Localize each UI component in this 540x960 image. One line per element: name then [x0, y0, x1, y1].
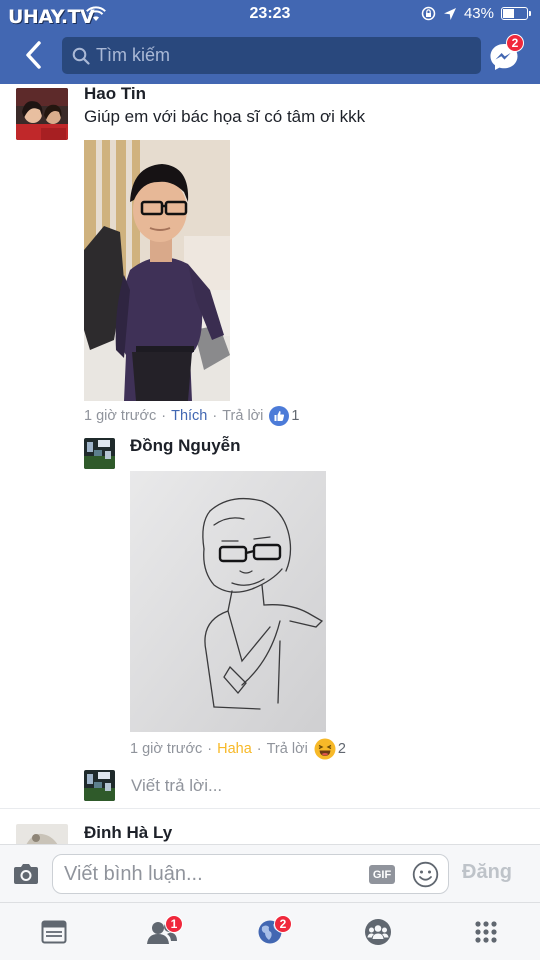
haha-link[interactable]: Haha	[217, 741, 252, 757]
separator-dot: ·	[212, 408, 218, 424]
haha-reaction-icon	[314, 738, 336, 760]
reaction-count: 1	[291, 408, 300, 424]
reply-photo[interactable]	[130, 471, 326, 732]
back-button[interactable]	[16, 38, 50, 72]
avatar[interactable]	[84, 438, 115, 469]
tab-groups[interactable]	[324, 903, 432, 960]
reply-link[interactable]: Trả lời	[222, 408, 263, 424]
messenger-badge: 2	[506, 34, 524, 52]
tab-menu[interactable]	[432, 903, 540, 960]
comment-meta: 1 giờ trước · Thích · Trả lời 1	[84, 406, 299, 426]
comment-thread[interactable]: Hao Tin Giúp em với bác họa sĩ có tâm ơi…	[0, 84, 540, 844]
emoji-icon[interactable]	[412, 861, 439, 888]
friend-requests-badge: 1	[165, 915, 183, 933]
camera-icon[interactable]	[12, 862, 40, 886]
pencil-sketch-photo	[130, 471, 326, 732]
search-input[interactable]	[96, 45, 456, 66]
battery-icon	[501, 7, 531, 20]
comment-text: Giúp em với bác họa sĩ có tâm ơi kkk	[84, 107, 366, 126]
chevron-left-icon	[26, 41, 41, 69]
rotation-lock-icon	[421, 6, 436, 21]
reply-link[interactable]: Trả lời	[267, 741, 308, 757]
tab-friend-requests[interactable]: 1	[108, 903, 216, 960]
news-feed-icon	[41, 920, 67, 944]
comment-author[interactable]: Hao Tin	[84, 84, 146, 104]
separator-dot: ·	[207, 741, 213, 757]
notifications-badge: 2	[274, 915, 292, 933]
reply-meta: 1 giờ trước · Haha · Trả lời 2	[130, 738, 346, 760]
avatar-photo	[16, 88, 68, 140]
avatar[interactable]	[16, 824, 68, 844]
comment-composer: GIF Đăng	[0, 844, 540, 902]
gif-button[interactable]: GIF	[369, 865, 395, 884]
comment-photo[interactable]	[84, 140, 230, 401]
post-button[interactable]: Đăng	[462, 861, 512, 884]
status-bar: UHAY.TV 23:23 43%	[0, 0, 540, 30]
top-bar: UHAY.TV 23:23 43% Tìm kiếm 2	[0, 0, 540, 84]
tab-news-feed[interactable]	[0, 903, 108, 960]
reaction-summary[interactable]: 2	[314, 738, 346, 760]
menu-grid-icon	[475, 921, 497, 943]
reply-time: 1 giờ trước	[130, 741, 203, 757]
reaction-summary[interactable]: 1	[269, 406, 299, 426]
write-reply-input[interactable]: Viết trả lời...	[131, 776, 222, 796]
reply-author[interactable]: Đồng Nguyễn	[130, 436, 241, 456]
avatar[interactable]	[16, 88, 68, 140]
comment-author[interactable]: Đinh Hà Ly	[84, 823, 172, 843]
reaction-count: 2	[337, 741, 346, 757]
separator-dot: ·	[161, 408, 167, 424]
avatar-photo	[84, 438, 115, 469]
battery-level	[503, 9, 514, 18]
tab-notifications[interactable]: 2	[216, 903, 324, 960]
selfie-photo	[84, 140, 230, 401]
avatar-photo	[16, 824, 68, 844]
avatar-photo	[84, 770, 115, 801]
groups-icon	[365, 919, 391, 945]
like-reaction-icon	[269, 406, 290, 426]
messenger-button[interactable]: 2	[487, 34, 524, 74]
my-avatar	[84, 770, 115, 801]
tab-bar: 1 2	[0, 902, 540, 960]
comment-box[interactable]: GIF	[52, 854, 449, 894]
battery-percent: 43%	[463, 5, 494, 22]
location-arrow-icon	[443, 7, 456, 20]
search-icon	[72, 47, 90, 65]
divider	[0, 808, 540, 809]
comment-input[interactable]	[64, 863, 364, 886]
separator-dot: ·	[256, 741, 262, 757]
comment-time: 1 giờ trước	[84, 408, 157, 424]
search-bar[interactable]	[62, 37, 481, 74]
status-right: 43%	[421, 5, 531, 22]
like-link[interactable]: Thích	[171, 408, 207, 424]
